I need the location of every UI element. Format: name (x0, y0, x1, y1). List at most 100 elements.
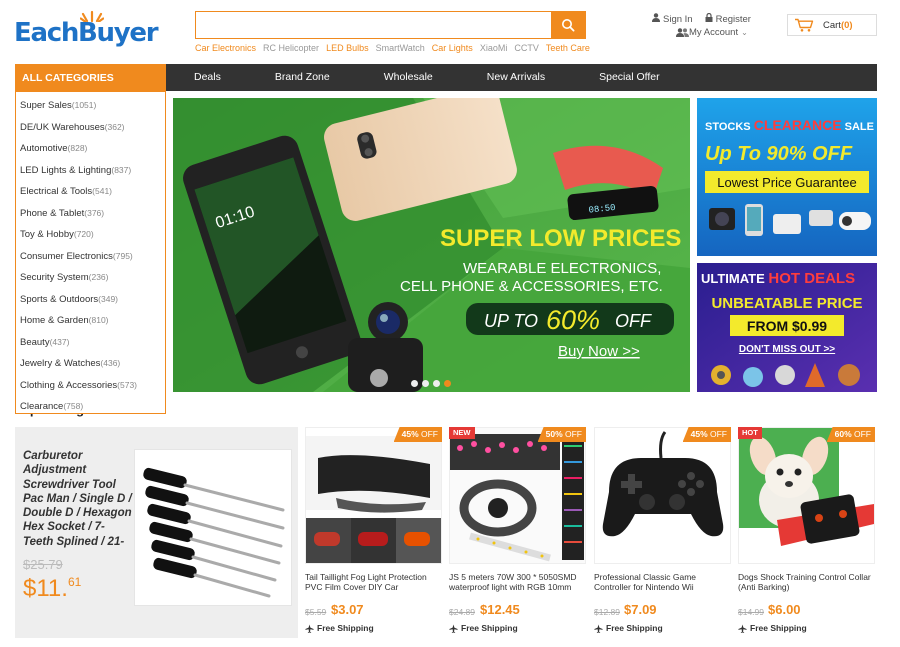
screwdriver-shafts (183, 483, 285, 598)
category-item[interactable]: Home & Garden(810) (16, 310, 165, 332)
discount-off: OFF (854, 429, 871, 439)
product-title[interactable]: Dogs Shock Training Control Collar (Anti… (738, 572, 875, 592)
featured-product-name[interactable]: Carburetor Adjustment Screwdriver Tool P… (23, 449, 135, 549)
clearance-sale: SALE (845, 121, 874, 133)
buy-now-link[interactable]: Buy Now >> (558, 343, 640, 360)
register-link[interactable]: Register (705, 12, 751, 25)
clearance-up-to: Up To 90% OFF (705, 143, 853, 165)
product-old-price: $14.99 (738, 607, 764, 617)
category-count: (758) (63, 401, 84, 411)
product-price: $3.07 (331, 602, 364, 617)
hot-deals-ultimate: ULTIMATE (701, 271, 765, 286)
product-image[interactable] (305, 427, 442, 564)
carousel-dot[interactable] (433, 380, 440, 387)
category-item[interactable]: Toy & Hobby(720) (16, 224, 165, 246)
category-count: (810) (88, 315, 109, 325)
category-item[interactable]: Beauty(437) (16, 332, 165, 354)
category-name: Sports & Outdoors (20, 293, 99, 305)
discount-percent: 45% (401, 429, 419, 439)
discount-badge: 60% OFF (826, 427, 875, 442)
hot-link[interactable]: XiaoMi (480, 43, 508, 53)
site-logo[interactable]: EachBuyer (14, 10, 159, 50)
free-shipping-label: Free Shipping (461, 623, 518, 633)
led-strip-image (450, 428, 585, 563)
carousel-dot[interactable] (411, 380, 418, 387)
nav-item[interactable]: Brand Zone (248, 64, 357, 91)
hot-link[interactable]: Car Electronics (195, 43, 256, 53)
nav-item[interactable]: Wholesale (357, 64, 460, 91)
product-old-price: $12.89 (594, 607, 620, 617)
product-image[interactable] (449, 427, 586, 564)
product-title[interactable]: Professional Classic Game Controller for… (594, 572, 731, 592)
my-account-label: My Account (689, 27, 739, 38)
all-categories-header[interactable]: ALL CATEGORIES (16, 65, 165, 92)
featured-price-main: $11. (23, 575, 68, 602)
new-tag: NEW (449, 427, 475, 439)
sign-in-label: Sign In (663, 13, 693, 25)
discount-off: OFF (565, 429, 582, 439)
featured-product-image[interactable] (134, 449, 292, 606)
category-item[interactable]: Automotive(828) (16, 138, 165, 160)
discount-off: OFF (710, 429, 727, 439)
discount-off: OFF (421, 429, 438, 439)
category-item[interactable]: Security System(236) (16, 267, 165, 289)
cart-label: Cart (823, 19, 841, 31)
product-image[interactable] (738, 427, 875, 564)
hot-search-links: Car Electronics RC Helicopter LED Bulbs Sma… (195, 43, 597, 53)
product-card[interactable]: HOT 60% OFF Dogs Shock Training Control … (738, 427, 875, 638)
category-item[interactable]: Electrical & Tools(541) (16, 181, 165, 203)
cart-count: (0) (840, 19, 853, 31)
side-banner-hot-deals[interactable]: ULTIMATE HOT DEALS UNBEATABLE PRICE FROM… (697, 263, 877, 392)
search-button[interactable] (551, 12, 585, 38)
category-item[interactable]: Clothing & Accessories(573) (16, 375, 165, 397)
hot-link[interactable]: SmartWatch (376, 43, 425, 53)
cart-button[interactable]: Cart (0) (787, 14, 877, 36)
hero-banner[interactable]: 01:10 08:50 SUPER LOW PRICES WEARABLE EL… (173, 98, 690, 392)
product-price: $6.00 (768, 602, 801, 617)
free-shipping-label: Free Shipping (317, 623, 374, 633)
product-image[interactable] (594, 427, 731, 564)
hot-link[interactable]: Car Lights (432, 43, 473, 53)
hot-link[interactable]: RC Helicopter (263, 43, 319, 53)
featured-product[interactable]: Carburetor Adjustment Screwdriver Tool P… (15, 427, 298, 638)
product-card[interactable]: NEW 50% OFF JS 5 meters 70W 300 * 5050SM… (449, 427, 586, 638)
hot-link[interactable]: LED Bulbs (326, 43, 369, 53)
category-name: Clearance (20, 401, 64, 412)
product-card[interactable]: 45% OFF Tail Taillight Fog Light Protect… (305, 427, 442, 638)
category-count: (720) (73, 229, 94, 239)
free-shipping: Free Shipping (305, 623, 374, 633)
nav-item[interactable]: Special Offer (572, 64, 687, 91)
category-item[interactable]: DE/UK Warehouses(362) (16, 117, 165, 139)
product-title[interactable]: Tail Taillight Fog Light Protection PVC … (305, 572, 442, 592)
clearance-stocks: STOCKS (705, 121, 751, 133)
category-count: (376) (84, 207, 105, 218)
category-item[interactable]: Jewelry & Watches(436) (16, 353, 165, 375)
offer-percent: 60% (546, 305, 600, 335)
product-card[interactable]: 45% OFF Professional Classic Game Contro… (594, 427, 731, 638)
screwdriver-handles (143, 467, 197, 579)
category-item[interactable]: Sports & Outdoors(349) (16, 289, 165, 311)
hot-link[interactable]: Teeth Care (546, 43, 590, 53)
hot-link[interactable]: CCTV (514, 43, 539, 53)
nav-item[interactable]: New Arrivals (460, 64, 572, 91)
search-input[interactable] (196, 12, 552, 38)
sign-in-link[interactable]: Sign In (652, 12, 693, 25)
category-item[interactable]: Consumer Electronics(795) (16, 246, 165, 268)
category-item[interactable]: LED Lights & Lighting(837) (16, 160, 165, 182)
product-title[interactable]: JS 5 meters 70W 300 * 5050SMD waterproof… (449, 572, 586, 592)
nav-item[interactable]: Deals (166, 64, 248, 91)
plane-icon (594, 623, 603, 633)
category-item[interactable]: Clearance(758) (16, 396, 165, 418)
hot-deals-dont-miss[interactable]: DON'T MISS OUT >> (739, 344, 835, 355)
my-account-menu[interactable]: My Account ⌄ (676, 27, 748, 38)
category-count: (837) (111, 164, 132, 175)
category-item[interactable]: Super Sales(1051) (16, 95, 165, 117)
offer-pre: UP TO (484, 311, 538, 331)
free-shipping-label: Free Shipping (606, 623, 663, 633)
category-item[interactable]: Phone & Tablet(376) (16, 203, 165, 225)
carousel-dot[interactable] (444, 380, 451, 387)
category-name: Security System (20, 272, 89, 283)
side-banner-clearance[interactable]: STOCKS CLEARANCE SALE Up To 90% OFF Lowe… (697, 98, 877, 256)
carousel-dot[interactable] (422, 380, 429, 387)
discount-badge: 50% OFF (537, 427, 586, 442)
